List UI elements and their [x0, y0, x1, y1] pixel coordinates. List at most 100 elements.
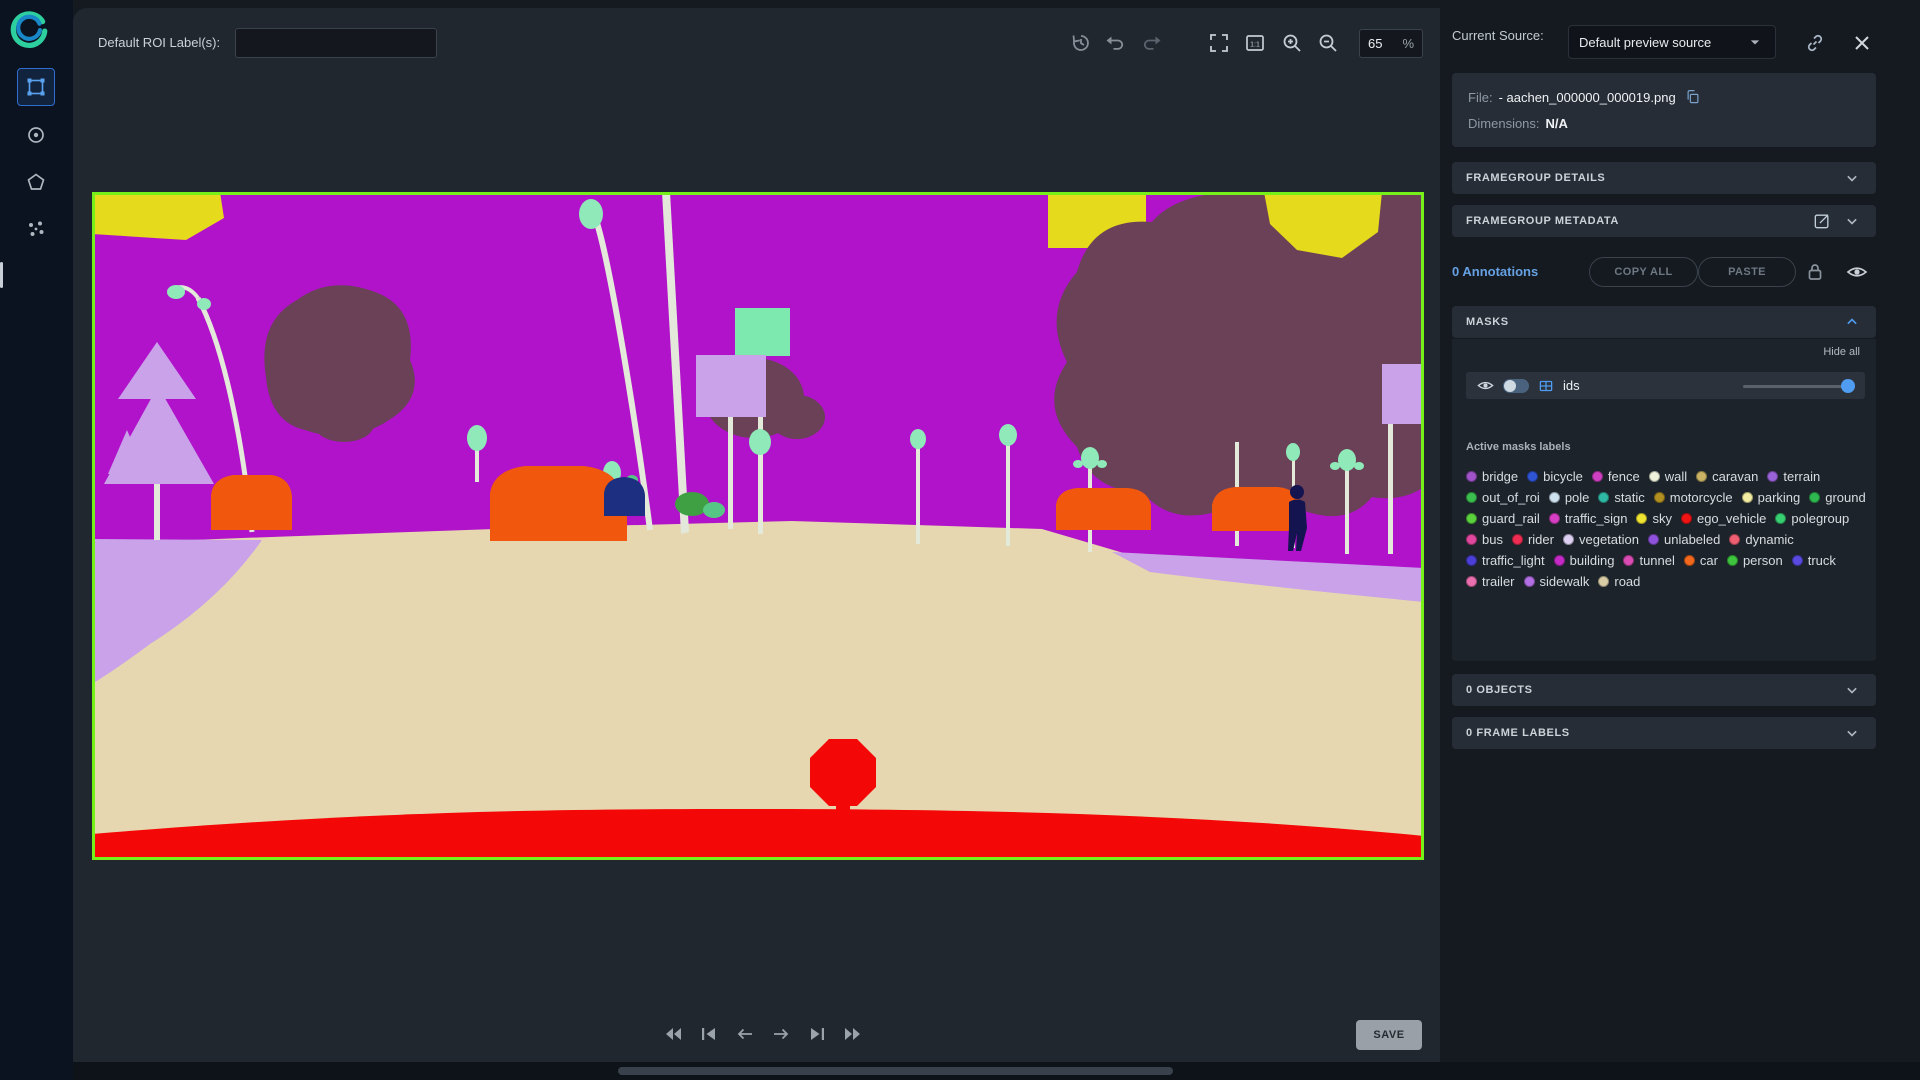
skip-to-end-icon — [811, 1028, 824, 1040]
close-button[interactable] — [1850, 31, 1874, 55]
mask-label-chip[interactable]: pole — [1548, 489, 1589, 506]
mask-label-chip[interactable]: trailer — [1466, 573, 1515, 590]
mask-label-chip[interactable]: caravan — [1696, 468, 1758, 485]
annotation-canvas[interactable] — [92, 192, 1424, 860]
fit-screen-button[interactable] — [1207, 31, 1231, 55]
mask-label-chip[interactable]: dynamic — [1729, 531, 1794, 548]
undo-icon — [1106, 36, 1124, 50]
zoom-level-input[interactable]: 65 % — [1359, 29, 1423, 58]
chevron-down-icon — [1842, 680, 1862, 700]
dimensions-value: N/A — [1545, 115, 1568, 131]
previous-frame-button[interactable] — [733, 1022, 757, 1046]
mask-label-text: static — [1614, 490, 1645, 505]
mask-label-chip[interactable]: building — [1553, 552, 1615, 569]
grid-layer-icon — [1537, 377, 1555, 395]
fast-forward-icon — [845, 1028, 860, 1040]
bbox-tool-button[interactable] — [17, 68, 55, 106]
mask-layer-toggle[interactable] — [1503, 378, 1529, 393]
mask-label-text: car — [1699, 553, 1718, 568]
framegroup-metadata-section[interactable]: FRAMEGROUP METADATA — [1452, 205, 1876, 237]
mask-color-dot — [1553, 555, 1565, 566]
copy-filename-button[interactable] — [1684, 88, 1702, 106]
mask-color-dot — [1511, 534, 1523, 545]
mask-label-chip[interactable]: tunnel — [1623, 552, 1675, 569]
mask-label-chip[interactable]: car — [1683, 552, 1718, 569]
mask-label-chip[interactable]: unlabeled — [1647, 531, 1720, 548]
fast-backward-button[interactable] — [661, 1022, 685, 1046]
mask-label-chip[interactable]: fence — [1591, 468, 1640, 485]
mask-label-chip[interactable]: person — [1726, 552, 1783, 569]
mask-label-chip[interactable]: parking — [1741, 489, 1800, 506]
workspace: Default ROI Label(s): 1:1 65 % SAVE — [73, 8, 1440, 1062]
mask-label-chip[interactable]: sidewalk — [1523, 573, 1589, 590]
slider-knob[interactable] — [1841, 378, 1855, 393]
mask-label-chip[interactable]: ground — [1809, 489, 1866, 506]
mask-label-text: rider — [1527, 532, 1554, 547]
mask-label-chip[interactable]: road — [1598, 573, 1640, 590]
mask-color-dot — [1648, 471, 1660, 482]
mask-label-chip[interactable]: bus — [1466, 531, 1503, 548]
skip-to-end-button[interactable] — [805, 1022, 829, 1046]
mask-label-chip[interactable]: sky — [1636, 510, 1672, 527]
zoom-in-button[interactable] — [1280, 31, 1304, 55]
lock-annotations-button[interactable] — [1803, 260, 1827, 284]
mask-opacity-slider[interactable] — [1743, 378, 1855, 393]
point-tool-button[interactable] — [17, 116, 55, 154]
mask-label-chip[interactable]: vegetation — [1562, 531, 1639, 548]
fast-forward-button[interactable] — [841, 1022, 865, 1046]
mask-label-chip[interactable]: out_of_roi — [1466, 489, 1540, 506]
mask-color-dot — [1809, 492, 1821, 503]
mask-label-chip[interactable]: bridge — [1466, 468, 1518, 485]
horizontal-scrollbar[interactable] — [618, 1067, 1173, 1075]
actual-size-button[interactable]: 1:1 — [1243, 31, 1267, 55]
mask-label-text: terrain — [1783, 469, 1821, 484]
mask-color-dot — [1591, 471, 1603, 482]
chevron-down-icon — [1842, 168, 1862, 188]
mask-label-chip[interactable]: guard_rail — [1466, 510, 1540, 527]
mask-label-chip[interactable]: truck — [1791, 552, 1836, 569]
mask-label-chip[interactable]: static — [1598, 489, 1645, 506]
mask-label-chip[interactable]: wall — [1648, 468, 1687, 485]
zoom-out-button[interactable] — [1316, 31, 1340, 55]
mask-label-chip[interactable]: motorcycle — [1653, 489, 1733, 506]
objects-section[interactable]: 0 OBJECTS — [1452, 674, 1876, 706]
polygon-tool-button[interactable] — [17, 163, 55, 201]
mask-label-chip[interactable]: polegroup — [1775, 510, 1849, 527]
link-button[interactable] — [1803, 31, 1827, 55]
masks-section-header[interactable]: MASKS — [1452, 306, 1876, 338]
framegroup-details-section[interactable]: FRAMEGROUP DETAILS — [1452, 162, 1876, 194]
mask-label-text: dynamic — [1745, 532, 1794, 547]
paste-button[interactable]: PASTE — [1698, 257, 1796, 287]
skip-to-start-button[interactable] — [697, 1022, 721, 1046]
hide-all-button[interactable]: Hide all — [1452, 346, 1864, 358]
roi-input[interactable] — [235, 28, 437, 58]
zoom-value: 65 — [1368, 36, 1383, 51]
history-button[interactable] — [1069, 31, 1093, 55]
mask-label-chip[interactable]: terrain — [1767, 468, 1820, 485]
mask-label-text: out_of_roi — [1482, 490, 1540, 505]
mask-color-dot — [1466, 492, 1477, 503]
mask-color-dot — [1466, 555, 1477, 566]
mask-label-chip[interactable]: bicycle — [1527, 468, 1583, 485]
mask-label-chip[interactable]: rider — [1511, 531, 1554, 548]
copy-all-button[interactable]: COPY ALL — [1589, 257, 1698, 287]
mask-label-chip[interactable]: ego_vehicle — [1680, 510, 1766, 527]
chevron-down-icon — [1842, 723, 1862, 743]
mask-label-chip[interactable]: traffic_light — [1466, 552, 1545, 569]
edit-icon[interactable] — [1812, 211, 1832, 231]
scatter-tool-button[interactable] — [17, 210, 55, 248]
mask-label-text: truck — [1807, 553, 1836, 568]
frame-labels-section[interactable]: 0 FRAME LABELS — [1452, 717, 1876, 749]
undo-button[interactable] — [1103, 31, 1127, 55]
save-button[interactable]: SAVE — [1356, 1020, 1422, 1050]
mask-layer-visibility-button[interactable] — [1476, 376, 1495, 395]
mask-color-dot — [1767, 471, 1779, 482]
mask-label-text: bridge — [1482, 469, 1519, 484]
next-frame-button[interactable] — [769, 1022, 793, 1046]
toggle-annotations-visibility-button[interactable] — [1845, 260, 1869, 284]
mask-color-dot — [1623, 555, 1635, 566]
mask-label-text: building — [1569, 553, 1615, 568]
source-dropdown[interactable]: Default preview source — [1568, 25, 1776, 59]
mask-label-chip[interactable]: traffic_sign — [1548, 510, 1627, 527]
redo-button[interactable] — [1140, 31, 1164, 55]
